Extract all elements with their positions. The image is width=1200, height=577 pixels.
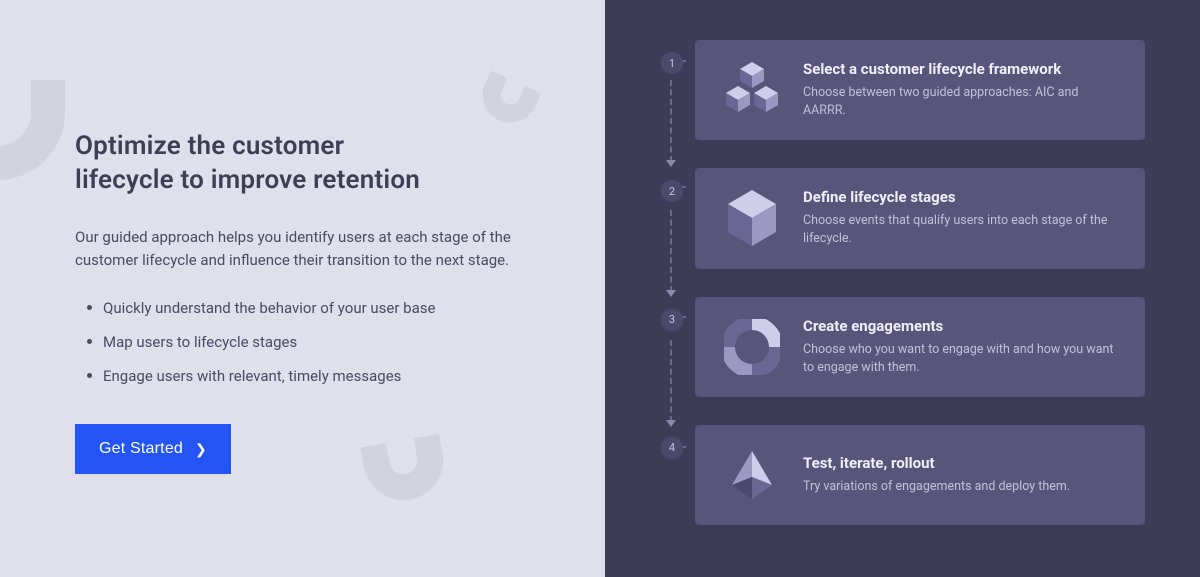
step-number-badge: 3	[661, 309, 683, 331]
step-card: 4 Test, iterate, rollout Try variations …	[695, 425, 1145, 525]
cube-icon	[719, 188, 785, 248]
donut-chart-icon	[719, 319, 785, 375]
step-text: Test, iterate, rollout Try variations of…	[785, 454, 1121, 496]
feature-item: Engage users with relevant, timely messa…	[89, 364, 535, 388]
feature-item: Map users to lifecycle stages	[89, 330, 535, 354]
step-subtitle: Try variations of engagements and deploy…	[803, 478, 1121, 496]
chevron-right-icon: ❯	[195, 441, 207, 458]
step-card: 3 Create engagements Choose who you want…	[695, 297, 1145, 397]
steps-list: 1	[695, 40, 1145, 525]
decor-u-icon	[0, 80, 65, 180]
landing-container: Optimize the customer lifecycle to impro…	[0, 0, 1200, 577]
step-title: Select a customer lifecycle framework	[803, 60, 1121, 78]
steps-panel: 1	[605, 0, 1200, 577]
feature-item: Quickly understand the behavior of your …	[89, 296, 535, 320]
feature-list: Quickly understand the behavior of your …	[89, 296, 535, 388]
step-subtitle: Choose who you want to engage with and h…	[803, 341, 1121, 377]
step-text: Define lifecycle stages Choose events th…	[785, 188, 1121, 248]
step-title: Create engagements	[803, 317, 1121, 335]
step-title: Test, iterate, rollout	[803, 454, 1121, 472]
step-text: Select a customer lifecycle framework Ch…	[785, 60, 1121, 120]
step-title: Define lifecycle stages	[803, 188, 1121, 206]
page-title: Optimize the customer lifecycle to impro…	[75, 130, 535, 198]
step-number-badge: 4	[661, 437, 683, 459]
decor-u-icon	[474, 70, 542, 131]
page-title-line: Optimize the customer	[75, 131, 344, 161]
decor-u-icon	[360, 434, 449, 507]
step-subtitle: Choose between two guided approaches: AI…	[803, 84, 1121, 120]
get-started-button[interactable]: Get Started ❯	[75, 424, 231, 474]
page-description: Our guided approach helps you identify u…	[75, 226, 535, 273]
paper-plane-icon	[719, 447, 785, 503]
step-number-badge: 1	[661, 52, 683, 74]
page-title-line: lifecycle to improve retention	[75, 165, 420, 195]
step-card: 2 Define lifecycle stages Choose events …	[695, 168, 1145, 268]
step-text: Create engagements Choose who you want t…	[785, 317, 1121, 377]
step-subtitle: Choose events that qualify users into ea…	[803, 212, 1121, 248]
step-number-badge: 2	[661, 180, 683, 202]
cubes-icon	[719, 62, 785, 118]
hero-panel: Optimize the customer lifecycle to impro…	[0, 0, 605, 577]
cta-label: Get Started	[99, 440, 183, 458]
step-card: 1	[695, 40, 1145, 140]
